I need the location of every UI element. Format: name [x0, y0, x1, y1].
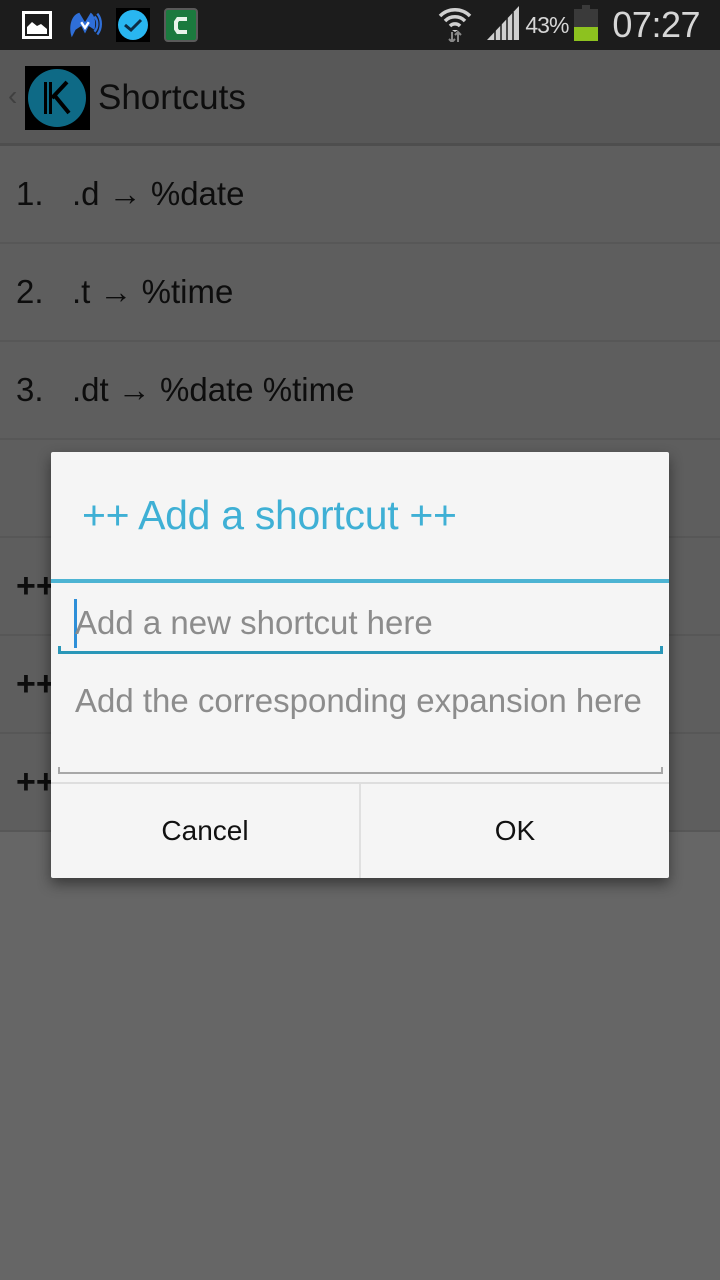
dialog-buttons: Cancel OK [51, 784, 669, 878]
input-underline [58, 772, 663, 774]
add-shortcut-dialog: ++ Add a shortcut ++ Add a new shortcut … [51, 452, 669, 878]
status-bar: 43% 07:27 [0, 0, 720, 50]
clock: 07:27 [612, 4, 700, 45]
clock-check-icon [116, 8, 150, 42]
notification-icons [20, 8, 198, 42]
shortcut-placeholder[interactable]: Add a new shortcut here [75, 604, 433, 642]
underline-tick [661, 767, 663, 774]
battery-percent: 43% [525, 11, 569, 38]
input-underline-focused [58, 651, 663, 654]
underline-tick [660, 646, 663, 654]
ok-button[interactable]: OK [361, 784, 669, 878]
screen: 43% 07:27 ‹ Shortcuts 1. .d → %date 2. .… [0, 0, 720, 1280]
title-divider [51, 579, 669, 583]
system-indicators: 43% 07:27 [437, 0, 700, 50]
malwarebytes-icon [68, 8, 102, 42]
underline-tick [58, 767, 60, 774]
gallery-icon [20, 8, 54, 42]
dialog-title: ++ Add a shortcut ++ [82, 492, 457, 538]
wifi-icon [437, 4, 473, 47]
signal-icon [487, 5, 520, 45]
shortcut-input[interactable]: Add a new shortcut here [58, 592, 663, 656]
cancel-button[interactable]: Cancel [51, 784, 359, 878]
expansion-placeholder[interactable]: Add the corresponding expansion here [75, 680, 655, 722]
c-app-icon [164, 8, 198, 42]
expansion-input[interactable]: Add the corresponding expansion here [58, 674, 663, 774]
battery-icon [574, 4, 599, 46]
underline-tick [58, 646, 61, 654]
